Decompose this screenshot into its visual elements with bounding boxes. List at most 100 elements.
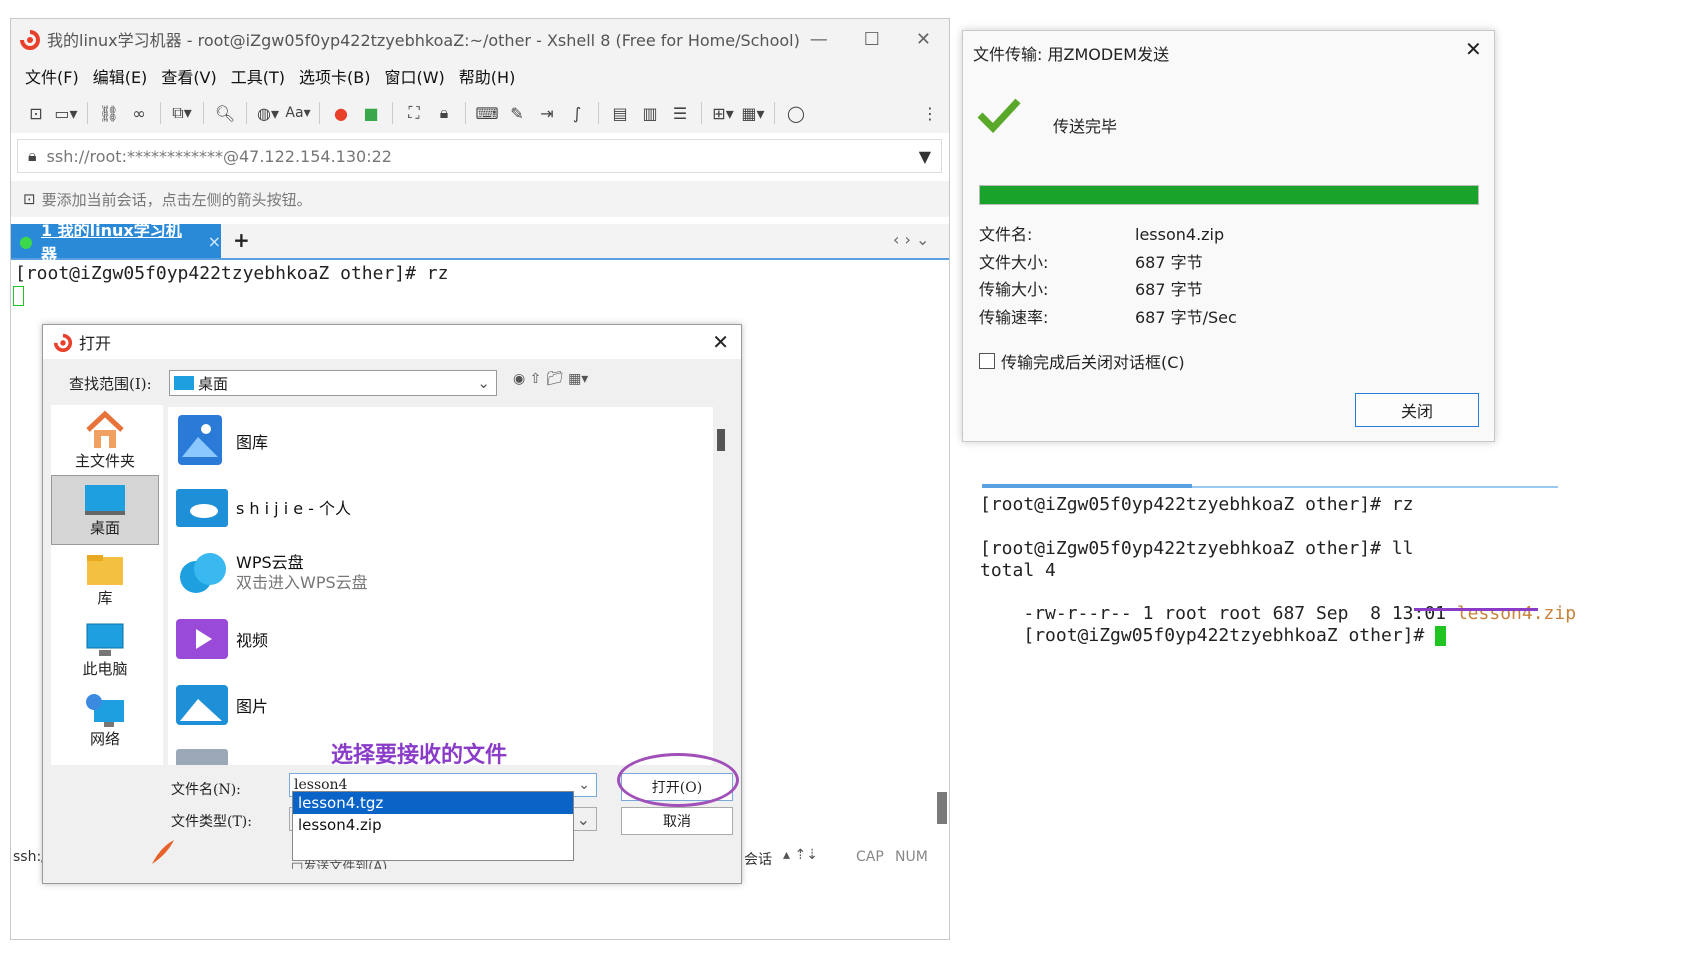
terminal-scrollbar[interactable] <box>937 792 947 824</box>
keyboard-icon[interactable]: ⌨ <box>474 100 500 126</box>
info-key: 文件大小: <box>979 252 1049 272</box>
menu-view[interactable]: 查看(V) <box>161 64 216 88</box>
lock-icon[interactable]: 🔒︎ <box>431 100 457 126</box>
more-icon[interactable]: ⋮ <box>917 100 943 126</box>
chevron-down-icon[interactable]: ▼ <box>919 147 931 166</box>
window-title: 我的linux学习机器 - root@iZgw05f0yp422tzyebhko… <box>47 31 800 50</box>
file-name: WPS云盘 <box>236 553 304 572</box>
terminal-line: [root@iZgw05f0yp422tzyebhkoaZ other]# rz <box>980 494 1414 515</box>
file-name: s h i j i e - 个人 <box>236 499 352 518</box>
fullscreen-icon[interactable]: ⛶ <box>401 100 427 126</box>
new-window-icon[interactable]: ⧉▾ <box>169 100 195 126</box>
tab-label: 1 我的linux学习机器 <box>40 221 182 264</box>
wps-cloud-icon <box>180 553 226 593</box>
search-icon[interactable]: 🔍︎ <box>212 100 238 126</box>
list-item[interactable]: WPS云盘 双击进入WPS云盘 <box>174 543 694 603</box>
address-bar[interactable]: 🔒︎ ssh://root:************@47.122.154.13… <box>17 139 942 173</box>
maximize-button[interactable]: ☐ <box>864 29 880 50</box>
menu-help[interactable]: 帮助(H) <box>459 64 516 88</box>
list-item[interactable]: 图库 <box>174 411 694 471</box>
status-session[interactable]: 会话 <box>744 849 772 869</box>
menu-tabs[interactable]: 选项卡(B) <box>299 64 370 88</box>
chat-icon[interactable]: ◯ <box>783 100 809 126</box>
place-desktop[interactable]: 桌面 <box>51 475 159 545</box>
file-sub: 双击进入WPS云盘 <box>236 573 368 592</box>
add-session-icon[interactable]: ⊡ <box>23 190 36 208</box>
file-list-scrollbar[interactable] <box>717 429 725 451</box>
address-text: ssh://root:************@47.122.154.130:2… <box>46 146 392 166</box>
places-bar: 主文件夹 桌面 库 此电脑 网络 <box>51 405 163 765</box>
chevron-down-icon[interactable]: ⌄ <box>578 777 590 793</box>
place-library[interactable]: 库 <box>51 545 159 615</box>
info-row: 传输速率: 687 字节/Sec <box>979 304 1237 332</box>
notes-icon[interactable]: ☰ <box>667 100 693 126</box>
menu-window[interactable]: 窗口(W) <box>384 64 444 88</box>
tab-nav-icon[interactable]: ‹ › ⌄ <box>893 230 929 249</box>
list-item[interactable]: 视频 <box>174 609 694 669</box>
network-icon <box>86 693 124 727</box>
close-icon[interactable]: ✕ <box>712 330 729 354</box>
place-computer[interactable]: 此电脑 <box>51 615 159 685</box>
menu-tools[interactable]: 工具(T) <box>231 64 285 88</box>
lookin-label: 查找范围(I): <box>69 375 152 393</box>
xftp-green-icon[interactable]: ■ <box>358 100 384 126</box>
prompt: [root@iZgw05f0yp422tzyebhkoaZ other]# <box>1023 625 1436 646</box>
video-folder-icon <box>176 619 228 659</box>
transfer-icon[interactable]: ⇥ <box>534 100 560 126</box>
menu-edit[interactable]: 编辑(E) <box>93 64 148 88</box>
script-icon[interactable]: ∫ <box>564 100 590 126</box>
place-label: 网络 <box>89 729 120 748</box>
autocomplete-item[interactable]: lesson4.tgz <box>293 792 573 814</box>
computer-icon <box>86 623 124 656</box>
pictures-folder-icon <box>176 685 228 725</box>
terminal-output: [root@iZgw05f0yp422tzyebhkoaZ other]# rz… <box>980 484 1576 646</box>
new-session-icon[interactable]: ⊡ <box>23 100 49 126</box>
add-tab-button[interactable]: + <box>233 228 250 252</box>
tab-bar: ● 1 我的linux学习机器 × + ‹ › ⌄ <box>11 221 949 264</box>
place-label: 此电脑 <box>82 659 128 678</box>
transfer-status: 传送完毕 <box>1053 117 1118 136</box>
send-checkbox-text[interactable]: □发送文件到(A) <box>291 857 387 869</box>
list-item[interactable]: s h i j i e - 个人 <box>174 477 694 537</box>
lookin-select[interactable]: 桌面 ⌄ <box>169 370 497 396</box>
close-icon[interactable]: ✕ <box>1465 37 1482 61</box>
cancel-button[interactable]: 取消 <box>621 807 733 835</box>
print-icon[interactable]: ▥ <box>637 100 663 126</box>
disconnect-icon[interactable]: ⛓ <box>96 100 122 126</box>
place-network[interactable]: 网络 <box>51 685 159 755</box>
minimize-button[interactable]: — <box>810 29 828 50</box>
close-on-complete-checkbox[interactable]: 传输完成后关闭对话框(C) <box>979 349 1185 373</box>
open-folder-icon[interactable]: ▭▾ <box>53 100 79 126</box>
home-icon <box>86 410 124 448</box>
session-hint-text: 要添加当前会话，点击左侧的箭头按钮。 <box>41 190 312 209</box>
lock-icon: 🔒︎ <box>28 146 37 165</box>
reconnect-icon[interactable]: ∞ <box>126 100 152 126</box>
cancel-button-label: 取消 <box>663 814 691 830</box>
status-cap: CAP <box>856 849 884 865</box>
checkbox-label: 传输完成后关闭对话框(C) <box>1001 353 1185 372</box>
close-button[interactable]: 关闭 <box>1355 393 1479 427</box>
font-icon[interactable]: Aa▾ <box>285 100 311 126</box>
terminal-line: total 4 <box>980 560 1056 581</box>
log-icon[interactable]: ▤ <box>607 100 633 126</box>
info-rows: 文件名: lesson4.zip 文件大小: 687 字节 传输大小: 687 字节 … <box>979 221 1237 331</box>
xshell-red-icon[interactable]: ● <box>328 100 354 126</box>
globe-icon[interactable]: ◍▾ <box>255 100 281 126</box>
menu-file[interactable]: 文件(F) <box>25 64 79 88</box>
annotation-text: 选择要接收的文件 <box>331 743 508 768</box>
terminal-line: [root@iZgw05f0yp422tzyebhkoaZ other]# <box>980 604 1447 667</box>
folder-icon <box>176 749 228 765</box>
list-item[interactable]: 图片 <box>174 675 694 735</box>
close-window-button[interactable]: ✕ <box>916 29 931 50</box>
tab-close-icon[interactable]: × <box>208 232 221 251</box>
autocomplete-item[interactable]: lesson4.zip <box>293 814 573 836</box>
terminal-line: [root@iZgw05f0yp422tzyebhkoaZ other]# rz <box>15 263 449 284</box>
add-tab-icon[interactable]: ⊞▾ <box>710 100 736 126</box>
toolbar: ⊡ ▭▾ ⛓ ∞ ⧉▾ 🔍︎ ◍▾ Aa▾ ● ■ ⛶ 🔒︎ ⌨ ✎ ⇥ ∫ ▤… <box>11 93 949 133</box>
compose-icon[interactable]: ✎ <box>504 100 530 126</box>
checkbox-box[interactable] <box>979 353 995 369</box>
place-home[interactable]: 主文件夹 <box>51 405 159 475</box>
layout-icon[interactable]: ▦▾ <box>740 100 766 126</box>
nav-icons[interactable]: ◉ ⇧ 📁︎ ▦▾ <box>513 371 588 387</box>
tab-session[interactable]: ● 1 我的linux学习机器 × <box>11 221 221 264</box>
